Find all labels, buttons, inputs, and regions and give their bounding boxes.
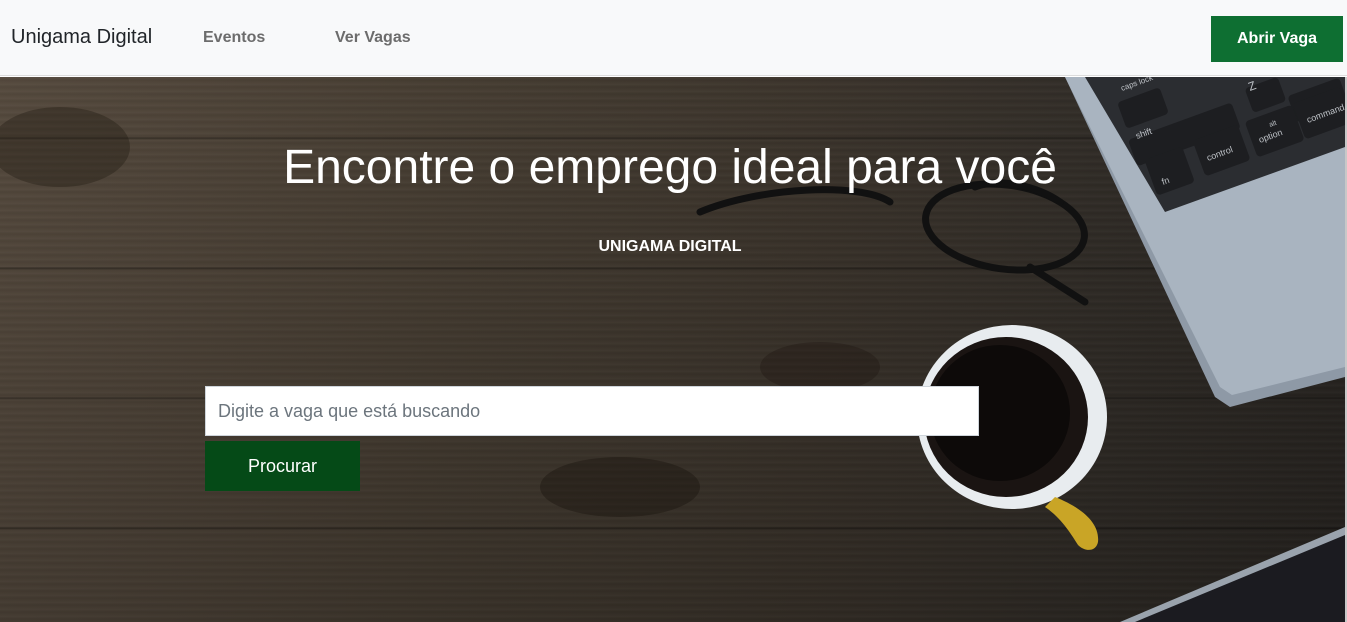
job-search-input[interactable] — [205, 386, 979, 436]
hero-title: Encontre o emprego ideal para você — [283, 141, 1057, 194]
hero-section: shift fn control alt option Z command ca… — [0, 77, 1345, 622]
search-button[interactable]: Procurar — [205, 441, 360, 491]
nav-link-eventos[interactable]: Eventos — [203, 29, 265, 47]
navbar: Unigama Digital Eventos Ver Vagas Abrir … — [0, 0, 1347, 76]
nav-link-ver-vagas[interactable]: Ver Vagas — [335, 29, 411, 47]
brand-logo-link[interactable]: Unigama Digital — [11, 26, 152, 49]
coffee-cup-illustration — [917, 325, 1107, 550]
open-job-button[interactable]: Abrir Vaga — [1211, 16, 1343, 62]
hero-subtitle: UNIGAMA DIGITAL — [598, 238, 742, 255]
